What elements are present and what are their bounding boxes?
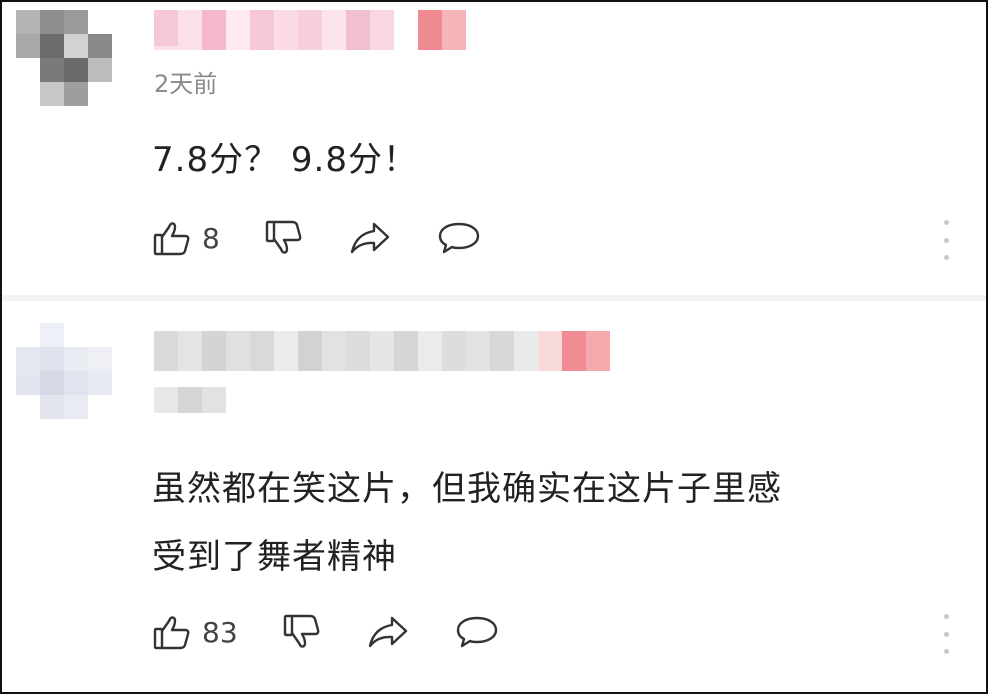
avatar[interactable] <box>16 323 112 419</box>
vertical-dots-icon <box>943 220 949 225</box>
reply-button[interactable] <box>436 218 482 258</box>
like-button[interactable]: 83 <box>152 612 238 652</box>
comment-actions: 83 <box>152 609 544 655</box>
username-blurred-fragment <box>154 387 226 413</box>
comment-timestamp: 2天前 <box>154 70 218 98</box>
speech-bubble-icon <box>456 616 497 648</box>
comment-item: 2天前 7.8分？ 9.8分！ 8 <box>2 2 986 295</box>
thumbs-down-icon <box>265 220 302 254</box>
speech-bubble-icon <box>438 222 480 254</box>
share-arrow-icon <box>350 222 390 254</box>
thumbs-up-icon <box>153 222 190 256</box>
vertical-dots-icon <box>943 614 949 619</box>
like-count: 8 <box>202 221 220 255</box>
comment-text: 7.8分？ 9.8分！ <box>152 140 418 180</box>
comment-text-line: 虽然都在笑这片，但我确实在这片子里感 <box>152 469 782 509</box>
share-arrow-icon <box>368 616 407 648</box>
dislike-button[interactable] <box>282 612 322 652</box>
like-button[interactable]: 8 <box>152 218 220 258</box>
comment-list: 2天前 7.8分？ 9.8分！ 8 虽然都在笑这片，但我确实在这片子里感 受到了… <box>0 0 988 694</box>
avatar[interactable] <box>16 10 112 106</box>
comment-actions: 8 <box>152 215 526 261</box>
username-blurred-fragment <box>154 46 178 50</box>
reply-button[interactable] <box>454 612 500 652</box>
more-options-button[interactable] <box>942 614 950 654</box>
dislike-button[interactable] <box>264 218 304 258</box>
share-button[interactable] <box>366 612 410 652</box>
comment-item: 虽然都在笑这片，但我确实在这片子里感 受到了舞者精神 83 <box>2 301 986 692</box>
username-blurred[interactable] <box>154 10 466 50</box>
thumbs-up-icon <box>153 616 190 650</box>
share-button[interactable] <box>348 218 392 258</box>
comment-text: 虽然都在笑这片，但我确实在这片子里感 受到了舞者精神 <box>152 455 782 591</box>
comment-text-line: 受到了舞者精神 <box>152 537 397 577</box>
like-count: 83 <box>202 615 238 649</box>
more-options-button[interactable] <box>942 220 950 260</box>
username-blurred[interactable] <box>154 331 610 371</box>
thumbs-down-icon <box>283 614 320 648</box>
